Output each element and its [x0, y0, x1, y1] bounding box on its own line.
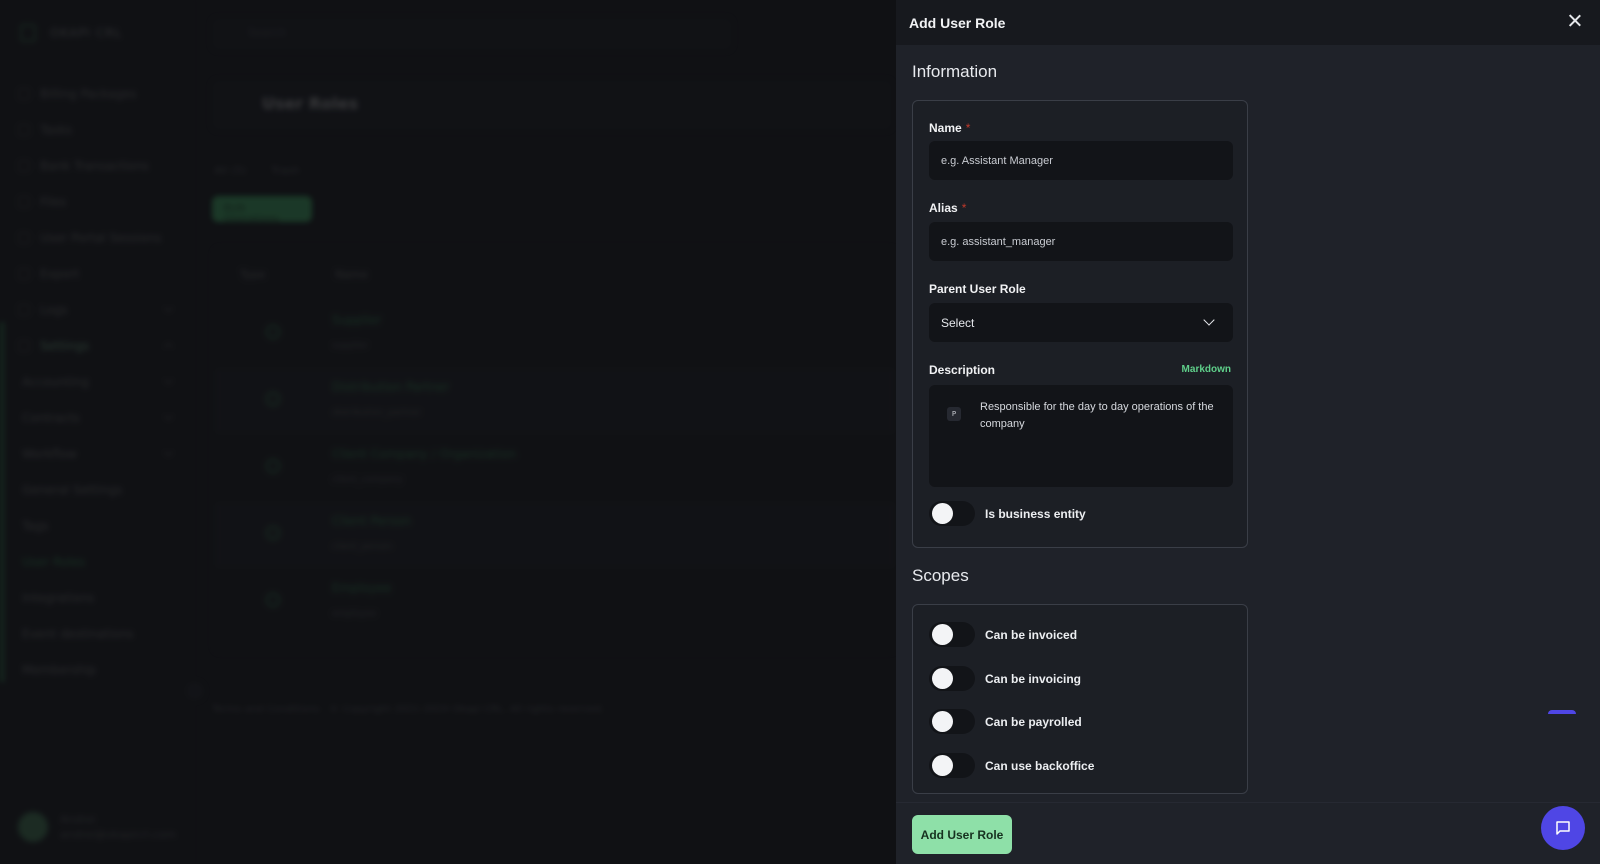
can-be-invoicing-toggle[interactable]	[929, 666, 975, 691]
toggle-knob	[932, 503, 953, 524]
business-entity-label: Is business entity	[985, 506, 1086, 521]
scopes-card: Can be invoiced Can be invoicing Can be …	[912, 604, 1248, 794]
floating-button-peek[interactable]	[1548, 710, 1576, 714]
required-marker: *	[961, 201, 967, 215]
alias-label: Alias *	[929, 201, 967, 215]
name-input[interactable]	[929, 141, 1233, 180]
drawer-header: Add User Role	[896, 0, 1600, 45]
add-user-role-drawer: Add User Role Information Name* Alias* P…	[896, 0, 1600, 864]
description-editor[interactable]: P Responsible for the day to day operati…	[929, 385, 1233, 487]
select-value: Select	[941, 315, 975, 330]
close-icon[interactable]	[1566, 12, 1584, 30]
drawer-footer: Add User Role	[896, 802, 1600, 864]
description-label: Description	[929, 363, 996, 377]
business-entity-toggle[interactable]	[929, 501, 975, 526]
scope-label: Can use backoffice	[985, 758, 1095, 773]
markdown-toggle[interactable]: Markdown	[1182, 364, 1231, 375]
can-use-backoffice-toggle[interactable]	[929, 753, 975, 778]
can-be-payrolled-toggle[interactable]	[929, 709, 975, 734]
name-label: Name *	[929, 121, 971, 135]
modal-backdrop[interactable]	[0, 0, 896, 864]
information-card: Name* Alias* Parent User Role Select Des…	[912, 100, 1248, 548]
can-be-invoiced-toggle[interactable]	[929, 622, 975, 647]
required-marker: *	[965, 121, 971, 135]
parent-user-role-select[interactable]: Select	[929, 303, 1233, 342]
scope-row: Can be invoiced	[929, 622, 1077, 647]
toggle-knob	[932, 711, 953, 732]
toggle-knob	[932, 624, 953, 645]
scope-row: Can use backoffice	[929, 753, 1094, 778]
add-user-role-button[interactable]: Add User Role	[912, 815, 1012, 854]
scope-label: Can be invoicing	[985, 671, 1082, 686]
scope-label: Can be payrolled	[985, 714, 1082, 729]
paragraph-icon: P	[947, 407, 961, 421]
toggle-knob	[932, 755, 953, 776]
description-text[interactable]: Responsible for the day to day operation…	[980, 399, 1220, 433]
chat-button[interactable]	[1541, 806, 1585, 850]
information-section-title: Information	[912, 62, 998, 81]
scope-row: Can be invoicing	[929, 666, 1081, 691]
scopes-section-title: Scopes	[912, 566, 969, 585]
parent-user-role-label: Parent User Role	[929, 282, 1026, 296]
drawer-title: Add User Role	[909, 14, 1006, 31]
scope-label: Can be invoiced	[985, 627, 1078, 642]
chevron-down-icon	[1203, 314, 1215, 326]
chat-icon	[1556, 821, 1570, 835]
toggle-knob	[932, 668, 953, 689]
business-entity-row: Is business entity	[929, 501, 1086, 526]
alias-input[interactable]	[929, 222, 1233, 261]
scope-row: Can be payrolled	[929, 709, 1082, 734]
